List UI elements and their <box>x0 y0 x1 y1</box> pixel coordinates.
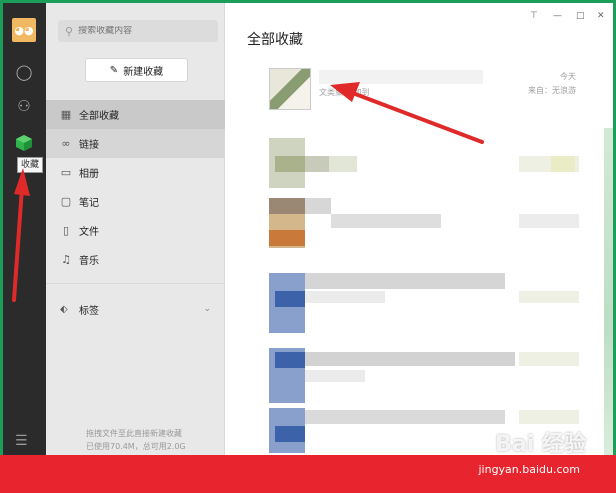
sidebar-item-files[interactable]: ▯ 文件 <box>46 216 225 245</box>
sidebar-item-album[interactable]: ▭ 相册 <box>46 158 225 187</box>
sidebar-item-label: 链接 <box>79 140 99 151</box>
sidebar-item-label: 笔记 <box>79 198 99 209</box>
minimize-icon[interactable]: — <box>553 11 562 21</box>
storage-hint: 拖拽文件至此直接新建收藏 <box>86 429 182 438</box>
scroll-strip[interactable] <box>604 128 613 455</box>
sidebar-nav: ▦ 全部收藏 ∞ 链接 ▭ 相册 ▢ 笔记 ▯ 文件 ♫ 音乐 <box>46 100 225 274</box>
contacts-icon[interactable]: ⚇ <box>13 95 35 117</box>
sidebar-item-label: 全部收藏 <box>79 111 119 122</box>
file-icon: ▯ <box>62 224 70 237</box>
search-icon: ⚲ <box>65 24 74 38</box>
tag-icon: ⬖ <box>60 303 68 315</box>
sidebar-item-links[interactable]: ∞ 链接 <box>46 129 225 158</box>
list-item[interactable] <box>269 138 609 196</box>
favorites-sidebar: ⚲ ✎ 新建收藏 ▦ 全部收藏 ∞ 链接 ▭ 相册 ▢ 笔记 <box>46 3 225 455</box>
link-icon: ∞ <box>61 137 71 150</box>
search-input[interactable] <box>78 26 209 36</box>
item-subtext: 文类聚享 加到 <box>319 88 370 97</box>
sidebar-item-tags[interactable]: ⬖ 标签 ⌄ <box>46 295 225 323</box>
item-meta: 今天 来自：无浪游 <box>528 70 576 98</box>
pin-icon[interactable]: ⊤ <box>530 11 538 21</box>
new-favorite-button[interactable]: ✎ 新建收藏 <box>85 58 188 82</box>
list-item[interactable] <box>269 198 609 256</box>
app-window: ◕◕ ◯ ⚇ 收藏 ☰ ⚲ ✎ 新建收藏 ▦ 全部收藏 ∞ 链接 <box>0 0 616 455</box>
main-panel: ⊤ — □ ✕ 全部收藏 文类聚享 加到 今天 来自：无浪游 <box>225 3 613 455</box>
new-favorite-label: 新建收藏 <box>123 66 164 78</box>
grid-icon: ▦ <box>60 108 72 121</box>
item-thumbnail <box>269 68 311 110</box>
storage-usage: 已使用70.4M，总可用2.0G <box>86 442 186 451</box>
music-icon: ♫ <box>61 253 71 266</box>
page-title: 全部收藏 <box>247 32 303 48</box>
favorites-cube-icon[interactable] <box>15 134 33 152</box>
watermark-url: jingyan.baidu.com <box>478 463 580 476</box>
image-icon: ▭ <box>60 166 72 179</box>
item-date: 今天 <box>560 72 576 81</box>
menu-icon[interactable]: ☰ <box>15 433 33 449</box>
storage-info: 拖拽文件至此直接新建收藏 已使用70.4M，总可用2.0G <box>86 427 186 453</box>
sidebar-divider <box>46 283 225 284</box>
sidebar-item-music[interactable]: ♫ 音乐 <box>46 245 225 274</box>
sidebar-item-all[interactable]: ▦ 全部收藏 <box>46 100 225 129</box>
list-item[interactable] <box>269 273 609 333</box>
search-box[interactable]: ⚲ <box>58 20 218 42</box>
chat-icon[interactable]: ◯ <box>13 61 35 83</box>
sidebar-item-notes[interactable]: ▢ 笔记 <box>46 187 225 216</box>
note-icon: ▢ <box>60 195 72 208</box>
item-source: 来自：无浪游 <box>528 86 576 95</box>
sidebar-item-label: 文件 <box>79 227 99 238</box>
pen-icon: ✎ <box>109 64 119 76</box>
left-rail: ◕◕ ◯ ⚇ 收藏 ☰ <box>3 3 46 455</box>
item-title-blurred <box>319 70 483 84</box>
chevron-down-icon[interactable]: ⌄ <box>203 304 211 314</box>
maximize-icon[interactable]: □ <box>576 11 585 21</box>
close-icon[interactable]: ✕ <box>597 11 605 21</box>
sidebar-item-label: 音乐 <box>79 256 99 267</box>
favorites-tooltip: 收藏 <box>17 157 44 173</box>
avatar[interactable]: ◕◕ <box>12 18 36 42</box>
list-item[interactable] <box>269 348 609 406</box>
sidebar-item-label: 相册 <box>79 169 99 180</box>
tags-label: 标签 <box>79 305 99 317</box>
favorite-item[interactable]: 文类聚享 加到 <box>269 68 527 111</box>
watermark-logo: Bai 经验 <box>495 432 586 457</box>
